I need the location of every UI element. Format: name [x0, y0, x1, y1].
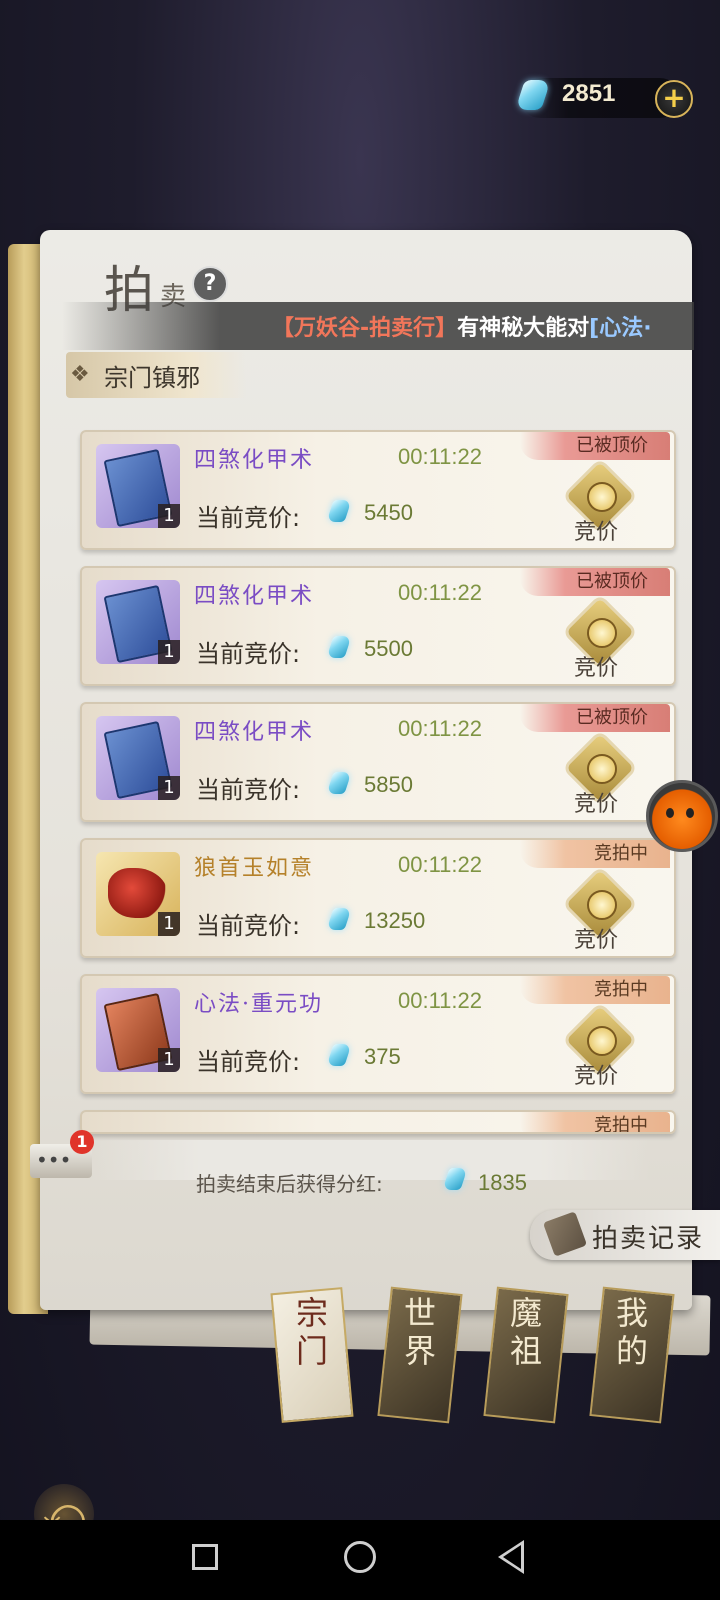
current-bid-label: 当前竞价: — [196, 640, 301, 668]
dividend-value: 1835 — [478, 1170, 527, 1195]
item-thumbnail[interactable]: 1 — [96, 444, 180, 528]
auction-item-card[interactable]: 1 四煞化甲术 00:11:22 当前竞价: 5500 已被顶价竞价 — [80, 566, 676, 686]
coin-icon — [587, 1026, 617, 1056]
item-count: 1 — [158, 912, 180, 936]
dividend-label: 拍卖结束后获得分红: — [196, 1172, 383, 1196]
add-currency-button[interactable]: + — [655, 80, 693, 118]
status-badge: 竞拍中 — [520, 1112, 670, 1132]
item-thumbnail[interactable]: 1 — [96, 580, 180, 664]
bid-button[interactable]: 竞价 — [564, 598, 636, 681]
status-badge: 竞拍中 — [520, 840, 670, 868]
bid-button[interactable]: 竞价 — [564, 734, 636, 817]
coin-icon — [587, 754, 617, 784]
item-name: 四煞化甲术 — [194, 720, 315, 745]
back-icon-inner — [503, 1545, 521, 1569]
chat-badge: 1 — [70, 1130, 94, 1154]
current-bid-label: 当前竞价: — [196, 1048, 301, 1076]
current-bid-label: 当前竞价: — [196, 776, 301, 804]
currency-value: 2851 — [562, 80, 616, 107]
item-timer: 00:11:22 — [398, 988, 483, 1013]
item-name: 四煞化甲术 — [194, 448, 315, 473]
marquee-text: 有神秘大能对 — [457, 316, 590, 341]
pumpkin-pet-icon[interactable] — [646, 780, 718, 852]
item-count: 1 — [158, 1048, 180, 1072]
gem-icon — [326, 772, 352, 794]
tab-label[interactable]: 魔祖 — [506, 1294, 546, 1370]
pet-eye — [666, 808, 674, 818]
item-timer: 00:11:22 — [398, 716, 483, 741]
item-timer: 00:11:22 — [398, 852, 483, 877]
item-thumbnail[interactable]: 1 — [96, 716, 180, 800]
bid-button-label[interactable]: 竞价 — [574, 650, 618, 682]
current-bid-label: 当前竞价: — [196, 504, 301, 532]
tab-label[interactable]: 宗门 — [292, 1294, 332, 1370]
tab-label[interactable]: 世界 — [400, 1294, 440, 1370]
item-thumbnail[interactable]: 1 — [96, 852, 180, 936]
current-bid-value: 13250 — [364, 908, 426, 933]
item-timer: 00:11:22 — [398, 444, 483, 469]
item-name: 四煞化甲术 — [194, 584, 315, 609]
current-bid-value: 5450 — [364, 500, 413, 525]
current-bid-label: 当前竞价: — [196, 912, 301, 940]
pet-eye — [686, 808, 694, 818]
bid-button-label[interactable]: 竞价 — [574, 514, 618, 546]
auction-item-card[interactable]: 1 四煞化甲术 00:11:22 当前竞价: 5850 已被顶价竞价 — [80, 702, 676, 822]
gem-icon — [326, 500, 352, 522]
coin-icon — [587, 482, 617, 512]
marquee-highlight: [心法· — [589, 316, 652, 341]
recent-apps-icon[interactable] — [192, 1544, 218, 1570]
coin-icon — [587, 890, 617, 920]
current-bid-value: 375 — [364, 1044, 401, 1069]
bid-button[interactable]: 竞价 — [564, 1006, 636, 1089]
item-timer: 00:11:22 — [398, 580, 483, 605]
help-button[interactable]: ? — [192, 266, 228, 302]
status-badge: 已被顶价 — [520, 704, 670, 732]
status-badge: 已被顶价 — [520, 568, 670, 596]
gem-icon — [326, 1044, 352, 1066]
diamond-ornament-icon: ❖ — [70, 362, 90, 387]
marquee-prefix: 【万妖谷-拍卖行】 — [272, 316, 458, 341]
auction-item-card-partial[interactable]: 竞拍中 — [80, 1110, 676, 1134]
bid-button[interactable]: 竞价 — [564, 462, 636, 545]
current-bid-value: 5500 — [364, 636, 413, 661]
bid-button-label[interactable]: 竞价 — [574, 922, 618, 954]
home-icon[interactable] — [344, 1541, 376, 1573]
item-count: 1 — [158, 504, 180, 528]
current-bid-value: 5850 — [364, 772, 413, 797]
item-count: 1 — [158, 640, 180, 664]
section-title: 宗门镇邪 — [104, 364, 200, 392]
status-badge: 已被顶价 — [520, 432, 670, 460]
red-dragon-scepter-icon — [108, 868, 168, 918]
auction-record-label[interactable]: 拍卖记录 — [592, 1218, 704, 1255]
auction-item-card[interactable]: 1 心法·重元功 00:11:22 当前竞价: 375 竞拍中竞价 — [80, 974, 676, 1094]
chat-bubble-icon: ••• — [36, 1148, 72, 1172]
bid-button[interactable]: 竞价 — [564, 870, 636, 953]
coin-icon — [587, 618, 617, 648]
tab-label[interactable]: 我的 — [612, 1294, 652, 1370]
auction-item-card[interactable]: 1 狼首玉如意 00:11:22 当前竞价: 13250 竞拍中竞价 — [80, 838, 676, 958]
item-name: 心法·重元功 — [194, 992, 323, 1017]
bid-button-label[interactable]: 竞价 — [574, 786, 618, 818]
gem-icon — [326, 636, 352, 658]
auction-item-card[interactable]: 1 四煞化甲术 00:11:22 当前竞价: 5450 已被顶价竞价 — [80, 430, 676, 550]
gem-icon — [326, 908, 352, 930]
item-thumbnail[interactable]: 1 — [96, 988, 180, 1072]
status-badge: 竞拍中 — [520, 976, 670, 1004]
announcement-marquee: 【万妖谷-拍卖行】有神秘大能对[心法· — [62, 302, 694, 350]
item-name: 狼首玉如意 — [194, 856, 315, 881]
bid-button-label[interactable]: 竞价 — [574, 1058, 618, 1090]
item-count: 1 — [158, 776, 180, 800]
